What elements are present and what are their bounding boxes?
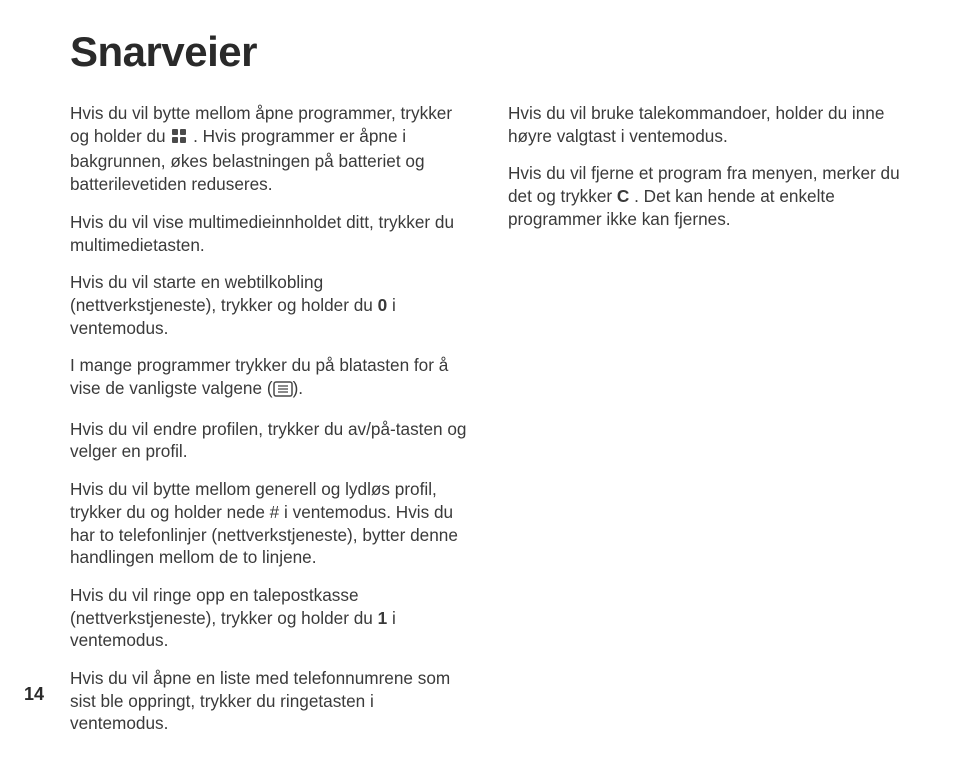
paragraph-profile: Hvis du vil endre profilen, trykker du a… (70, 418, 470, 463)
content-columns: Hvis du vil bytte mellom åpne programmer… (70, 102, 920, 750)
paragraph-recent-calls: Hvis du vil åpne en liste med telefonnum… (70, 667, 470, 735)
paragraph-text: Hvis du vil starte en webtilkobling (net… (70, 272, 378, 315)
paragraph-text: I mange programmer trykker du på blatast… (70, 355, 448, 398)
options-key-icon (273, 380, 293, 403)
key-label-one: 1 (378, 608, 388, 628)
paragraph-text: Hvis du vil ringe opp en talepostkasse (… (70, 585, 378, 628)
key-label-zero: 0 (378, 295, 388, 315)
left-column: Hvis du vil bytte mellom åpne programmer… (70, 102, 470, 750)
paragraph-voice-commands: Hvis du vil bruke talekommandoer, holder… (508, 102, 908, 147)
page-number: 14 (24, 684, 44, 705)
home-key-icon (170, 127, 188, 151)
page-title: Snarveier (70, 28, 920, 76)
key-label-c: C (617, 186, 629, 206)
right-column: Hvis du vil bruke talekommandoer, holder… (508, 102, 908, 750)
paragraph-multimedia: Hvis du vil vise multimedieinnholdet dit… (70, 211, 470, 256)
paragraph-options: I mange programmer trykker du på blatast… (70, 354, 470, 402)
paragraph-text: ). (293, 378, 304, 398)
paragraph-remove-program: Hvis du vil fjerne et program fra menyen… (508, 162, 908, 230)
paragraph-switch-programs: Hvis du vil bytte mellom åpne programmer… (70, 102, 470, 196)
paragraph-web: Hvis du vil starte en webtilkobling (net… (70, 271, 470, 339)
paragraph-silent-profile: Hvis du vil bytte mellom generell og lyd… (70, 478, 470, 569)
paragraph-voicemail: Hvis du vil ringe opp en talepostkasse (… (70, 584, 470, 652)
